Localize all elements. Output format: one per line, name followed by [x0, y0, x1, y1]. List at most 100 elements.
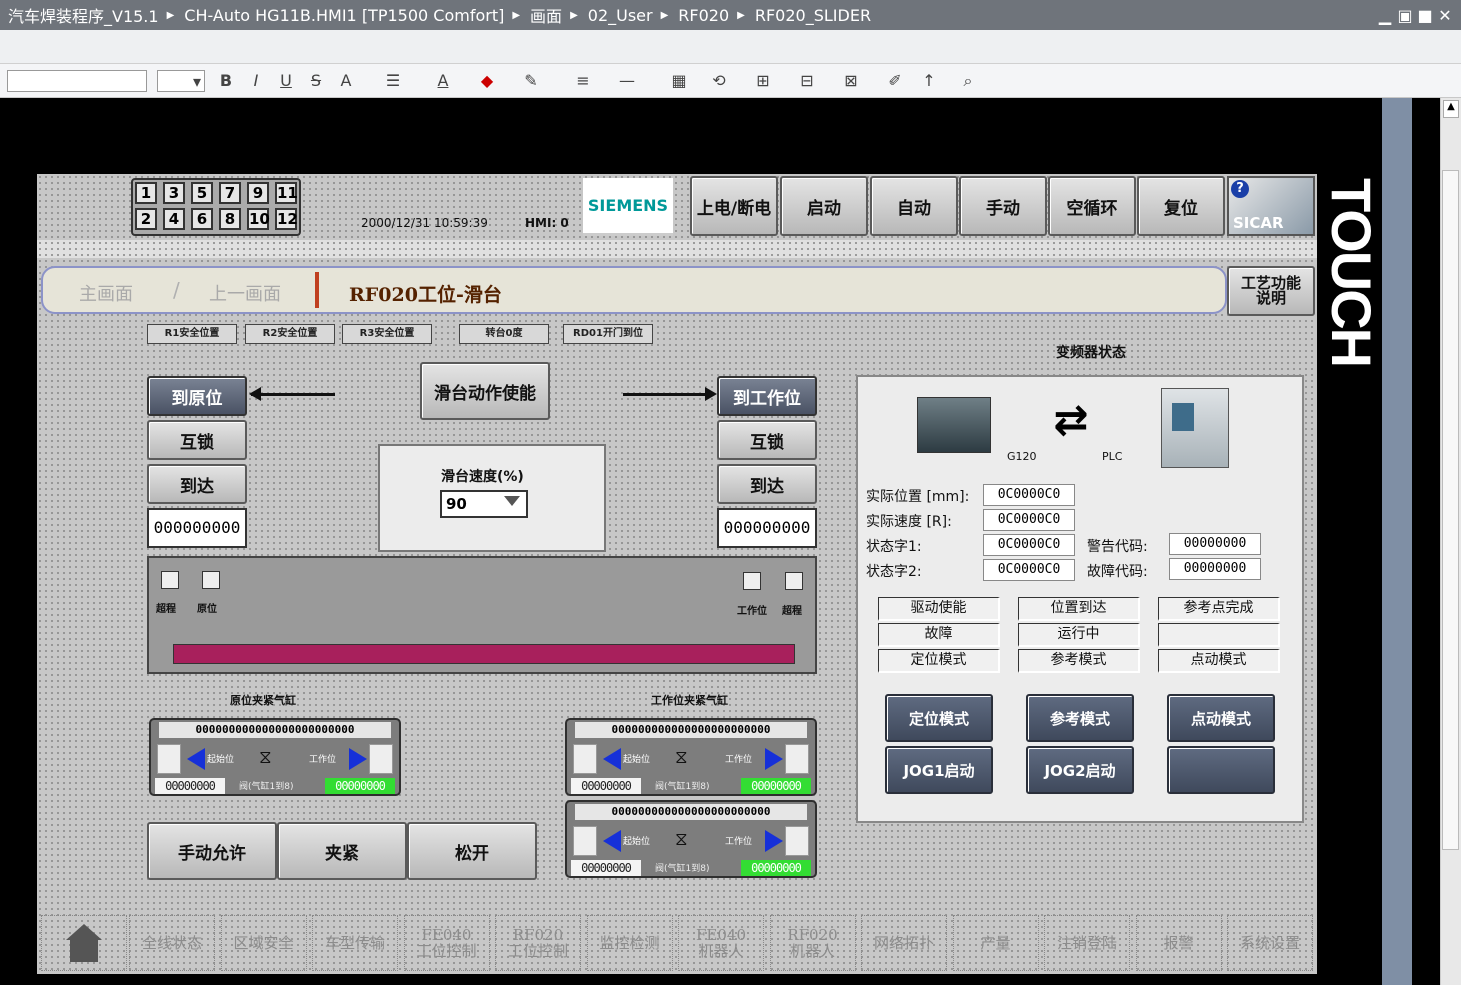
station-key-7[interactable]: 7 [219, 182, 241, 204]
nav-button[interactable]: FE040 机器人 [678, 915, 764, 971]
line-style-icon[interactable]: — [610, 70, 644, 92]
vfd-mode-button[interactable]: 参考模式 [1026, 694, 1134, 742]
breadcrumb-user[interactable]: 02_User [588, 6, 653, 25]
breadcrumb-device[interactable]: CH-Auto HG11B.HMI1 [TP1500 Comfort] [184, 6, 504, 25]
station-key-9[interactable]: 9 [247, 182, 269, 204]
rotate-icon[interactable]: ⟲ [702, 70, 736, 92]
vfd-row-label: 状态字2: [866, 564, 922, 580]
vfd-mode-button[interactable]: 定位模式 [885, 694, 993, 742]
start-pos-label: 起始位 [207, 755, 235, 765]
nav-button[interactable]: 产量 [952, 915, 1039, 971]
nav-button[interactable]: 注销登陆 [1044, 915, 1130, 971]
editor-side-panel [1382, 98, 1412, 985]
close-icon[interactable]: ✕ [1435, 6, 1455, 25]
arrow-left-blue-icon[interactable] [187, 748, 205, 770]
breadcrumb-screens[interactable]: 画面 [530, 3, 562, 27]
arrow-right-blue-icon[interactable] [765, 830, 783, 852]
station-key-2[interactable]: 2 [135, 208, 157, 230]
nav-button[interactable]: 报警 [1135, 915, 1222, 971]
arrow-left-blue-icon[interactable] [603, 830, 621, 852]
order-icon[interactable]: ⊠ [834, 70, 868, 92]
zoom-icon[interactable]: ⌕ [956, 70, 980, 92]
nav-button[interactable]: FE040 工位控制 [403, 915, 490, 971]
restore-icon[interactable]: ▣ [1395, 6, 1415, 25]
help-icon[interactable]: ? [1231, 180, 1249, 198]
underline-button[interactable]: U [276, 70, 296, 92]
slider-enable-button[interactable]: 滑台动作使能 [420, 362, 550, 420]
vfd-mode-button[interactable]: 点动模式 [1167, 694, 1275, 742]
to-work-button[interactable]: 到工作位 [717, 376, 817, 416]
start-button[interactable]: 启动 [780, 176, 868, 236]
fill-color-icon[interactable]: ◆ [470, 70, 504, 92]
minimize-icon[interactable]: ▁ [1375, 6, 1395, 25]
nav-button[interactable]: RF020 工位控制 [495, 915, 581, 971]
station-key-8[interactable]: 8 [219, 208, 241, 230]
chevron-down-icon[interactable] [504, 496, 520, 506]
clamp-button[interactable]: 夹紧 [277, 822, 407, 880]
arrow-right-blue-icon[interactable] [765, 748, 783, 770]
font-size-dropdown[interactable]: ▾ [157, 70, 205, 92]
process-help-button[interactable]: 工艺功能说明 [1227, 266, 1315, 316]
breadcrumb-project[interactable]: 汽车焊装程序_V15.1 [8, 3, 159, 27]
line-weight-icon[interactable]: ≡ [566, 70, 600, 92]
arrow-left-blue-icon[interactable] [603, 748, 621, 770]
nav-button[interactable]: 车型传输 [312, 915, 398, 971]
maximize-icon[interactable]: ■ [1415, 6, 1435, 25]
bold-button[interactable]: B [216, 70, 236, 92]
distribute-icon[interactable]: ⊞ [746, 70, 780, 92]
interlock-right-button[interactable]: 互锁 [717, 420, 817, 460]
arrived-right-button[interactable]: 到达 [717, 464, 817, 504]
nav-button[interactable]: 网络拓扑 [861, 915, 947, 971]
vfd-mode-button[interactable] [1167, 746, 1275, 794]
nav-button[interactable]: 全线状态 [129, 915, 215, 971]
vfd-mode-button[interactable]: JOG1启动 [885, 746, 993, 794]
align-icon[interactable]: ☰ [376, 70, 410, 92]
to-origin-button[interactable]: 到原位 [147, 376, 247, 416]
line-color-icon[interactable]: ✎ [514, 70, 548, 92]
italic-button[interactable]: I [246, 70, 266, 92]
station-key-3[interactable]: 3 [163, 182, 185, 204]
sicar-logo[interactable]: ? SICAR [1227, 176, 1315, 236]
vfd-row-value: 0C0000C0 [983, 509, 1075, 531]
dry-cycle-button[interactable]: 空循环 [1048, 176, 1136, 236]
scroll-up-icon[interactable]: ▲ [1443, 100, 1459, 118]
home-button[interactable] [41, 915, 127, 971]
breadcrumb-rf020[interactable]: RF020 [678, 6, 729, 25]
valve-icon: ⧖ [675, 829, 688, 850]
breadcrumb-slider[interactable]: RF020_SLIDER [755, 6, 871, 25]
spacing-icon[interactable]: ⊟ [790, 70, 824, 92]
interlock-left-button[interactable]: 互锁 [147, 420, 247, 460]
auto-button[interactable]: 自动 [870, 176, 958, 236]
station-key-10[interactable]: 10 [247, 208, 270, 230]
nav-button[interactable]: 区域安全 [220, 915, 307, 971]
strikethrough-button[interactable]: S [306, 70, 326, 92]
station-key-1[interactable]: 1 [135, 182, 157, 204]
font-name-dropdown[interactable] [7, 70, 147, 92]
nav-button[interactable]: RF020 机器人 [769, 915, 856, 971]
arrived-left-button[interactable]: 到达 [147, 464, 247, 504]
format-painter-icon[interactable]: ✐ [884, 70, 906, 92]
station-key-11[interactable]: 11 [275, 182, 298, 204]
station-key-4[interactable]: 4 [163, 208, 185, 230]
font-color-button[interactable]: A [428, 70, 458, 92]
station-key-5[interactable]: 5 [191, 182, 213, 204]
power-button[interactable]: 上电/断电 [690, 176, 778, 236]
release-button[interactable]: 松开 [407, 822, 537, 880]
align-objects-icon[interactable]: ▦ [662, 70, 696, 92]
station-key-12[interactable]: 12 [275, 208, 298, 230]
arrow-right-blue-icon[interactable] [349, 748, 367, 770]
speed-select[interactable]: 90 [440, 490, 528, 518]
font-grow-button[interactable]: A [334, 70, 358, 92]
scroll-thumb[interactable] [1442, 170, 1459, 850]
vfd-mode-button[interactable]: JOG2启动 [1026, 746, 1134, 794]
nav-main-screen[interactable]: 主画面 [79, 280, 133, 306]
manual-button[interactable]: 手动 [959, 176, 1047, 236]
station-key-6[interactable]: 6 [191, 208, 213, 230]
manual-allow-button[interactable]: 手动允许 [147, 822, 277, 880]
nav-button[interactable]: 监控检测 [586, 915, 673, 971]
nav-button[interactable]: 系统设置 [1227, 915, 1313, 971]
fault-code-label: 故障代码: [1087, 564, 1148, 580]
reset-button[interactable]: 复位 [1137, 176, 1225, 236]
tab-order-icon[interactable]: ↑ [912, 70, 946, 92]
nav-prev-screen[interactable]: 上一画面 [209, 280, 281, 306]
